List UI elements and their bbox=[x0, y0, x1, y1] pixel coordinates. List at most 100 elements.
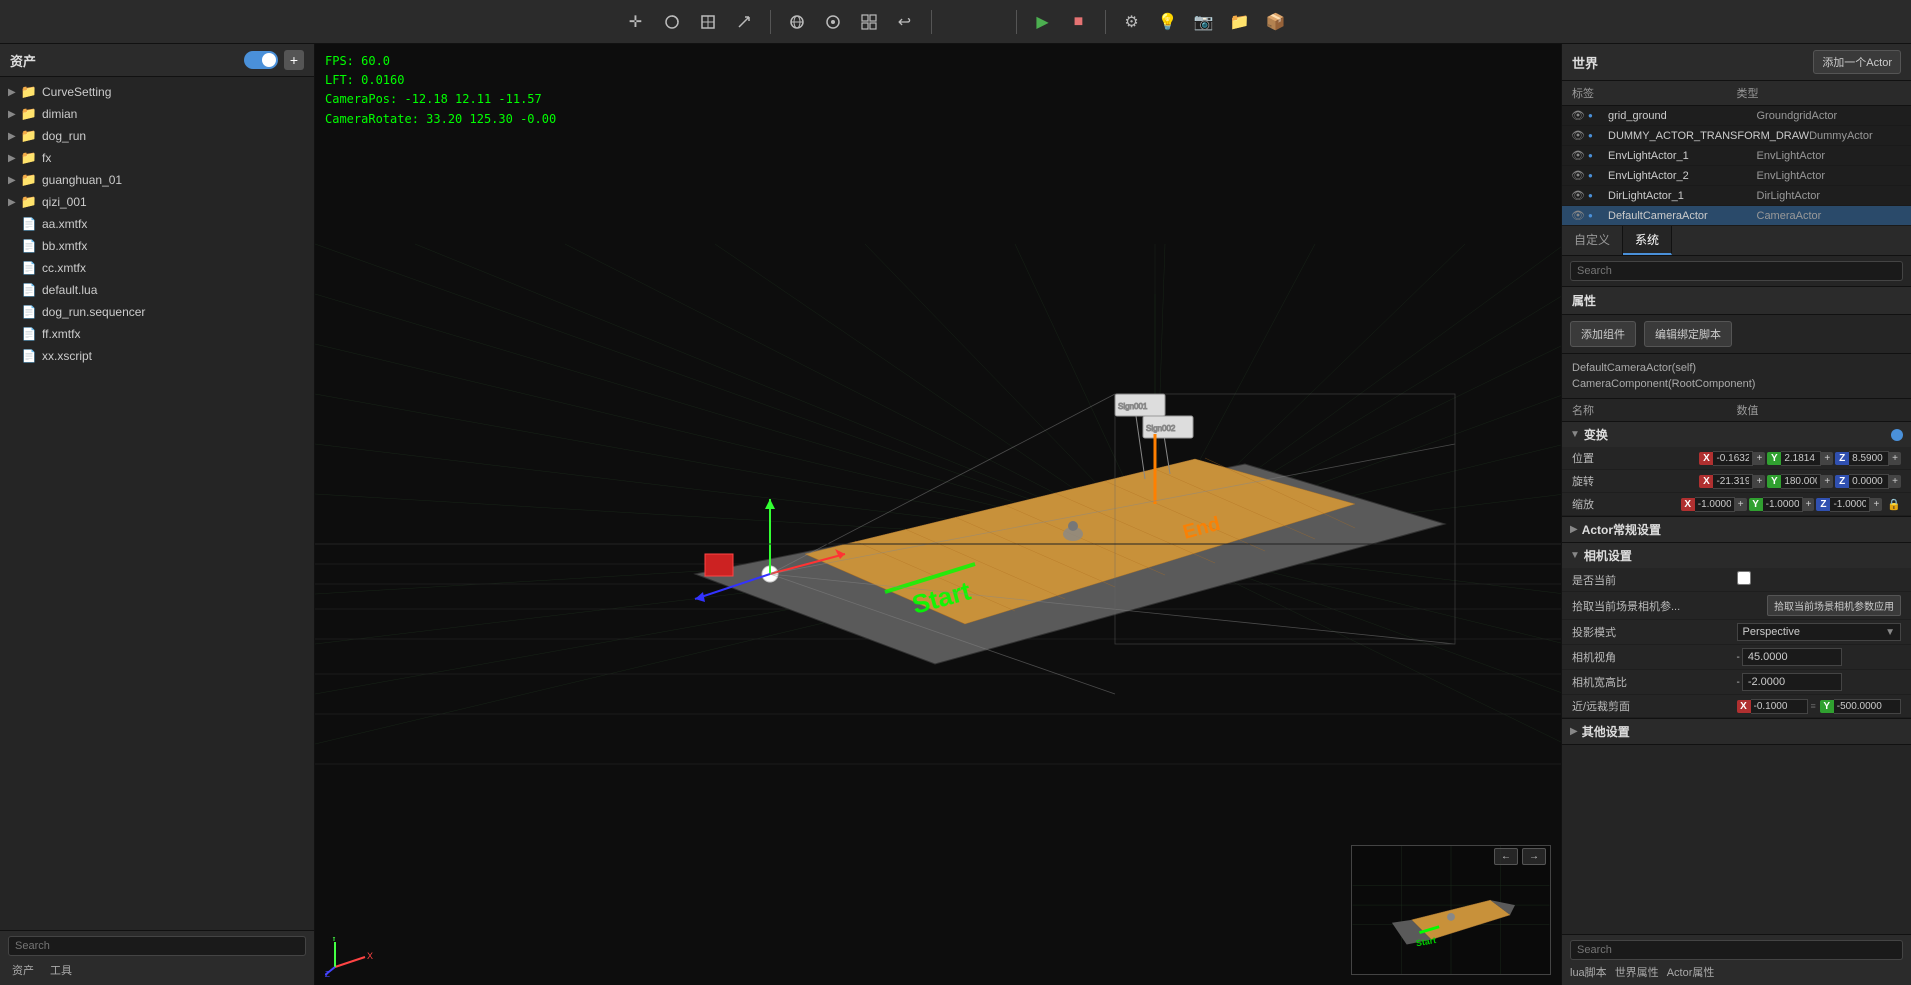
eye-icon[interactable]: 👁 bbox=[1568, 209, 1588, 222]
play-btn[interactable]: ▶ bbox=[1029, 8, 1057, 36]
actor-row-dummy[interactable]: 👁 ● DUMMY_ACTOR_TRANSFORM_DRAW DummyActo… bbox=[1562, 126, 1911, 146]
package-btn[interactable]: 📦 bbox=[1262, 8, 1290, 36]
component-item-1[interactable]: CameraComponent(RootComponent) bbox=[1572, 376, 1901, 392]
tree-item-qizi[interactable]: ▶ 📁 qizi_001 bbox=[0, 191, 314, 213]
position-z-input[interactable] bbox=[1849, 451, 1889, 466]
bottom-tab-actor[interactable]: Actor属性 bbox=[1667, 964, 1715, 980]
tree-item-curve[interactable]: ▶ 📁 CurveSetting bbox=[0, 81, 314, 103]
position-x-plus[interactable]: + bbox=[1753, 452, 1765, 465]
center-viewport[interactable]: Start End Sign001 Sign002 bbox=[315, 44, 1561, 985]
scale-x-input[interactable] bbox=[1695, 497, 1735, 512]
tree-item-dog-run-seq[interactable]: 📄 dog_run.sequencer bbox=[0, 301, 314, 323]
eye-icon[interactable]: 👁 bbox=[1568, 189, 1588, 202]
is-current-checkbox[interactable] bbox=[1737, 571, 1751, 585]
tree-item-dimian[interactable]: ▶ 📁 dimian bbox=[0, 103, 314, 125]
scale-y-plus[interactable]: + bbox=[1803, 498, 1815, 511]
settings-btn[interactable]: ⚙ bbox=[1118, 8, 1146, 36]
tree-arrow: ▶ bbox=[8, 153, 20, 164]
eye-icon[interactable]: 👁 bbox=[1568, 129, 1588, 142]
tree-item-fx[interactable]: ▶ 📁 fx bbox=[0, 147, 314, 169]
other-settings-header[interactable]: ▶ 其他设置 bbox=[1562, 719, 1911, 744]
camera-settings-label: 相机设置 bbox=[1584, 547, 1632, 564]
scale-z-input[interactable] bbox=[1830, 497, 1870, 512]
tree-item-guanghuan[interactable]: ▶ 📁 guanghuan_01 bbox=[0, 169, 314, 191]
position-z-plus[interactable]: + bbox=[1889, 452, 1901, 465]
actor-row-dirlight[interactable]: 👁 ● DirLightActor_1 DirLightActor bbox=[1562, 186, 1911, 206]
transform-group: ▼ 变换 位置 X + Y + bbox=[1562, 422, 1911, 517]
tree-item-cc[interactable]: 📄 cc.xmtfx bbox=[0, 257, 314, 279]
actor-name: DirLightActor_1 bbox=[1608, 190, 1757, 202]
clip-far-input[interactable] bbox=[1834, 699, 1901, 714]
component-item-0[interactable]: DefaultCameraActor(self) bbox=[1572, 360, 1901, 376]
rotation-z-plus[interactable]: + bbox=[1889, 475, 1901, 488]
tree-item-dog_run[interactable]: ▶ 📁 dog_run bbox=[0, 125, 314, 147]
tab-custom[interactable]: 自定义 bbox=[1562, 226, 1623, 255]
move-tool-btn[interactable]: ✛ bbox=[622, 8, 650, 36]
component-list: DefaultCameraActor(self) CameraComponent… bbox=[1562, 354, 1911, 399]
stop-btn[interactable]: ■ bbox=[1065, 8, 1093, 36]
add-actor-btn[interactable]: 添加一个Actor bbox=[1813, 50, 1901, 74]
rotation-x-plus[interactable]: + bbox=[1753, 475, 1765, 488]
scale-x-plus[interactable]: + bbox=[1735, 498, 1747, 511]
folder-btn[interactable]: 📁 bbox=[1226, 8, 1254, 36]
position-y-input[interactable] bbox=[1781, 451, 1821, 466]
camera-btn[interactable]: 📷 bbox=[1190, 8, 1218, 36]
mini-vp-prev-btn[interactable]: ← bbox=[1494, 848, 1518, 865]
projection-dropdown[interactable]: Perspective ▼ bbox=[1737, 623, 1902, 641]
bottom-tab-lua[interactable]: lua脚本 bbox=[1570, 964, 1607, 980]
position-y-plus[interactable]: + bbox=[1821, 452, 1833, 465]
rotation-z-input[interactable] bbox=[1849, 474, 1889, 489]
tree-item-xx[interactable]: 📄 xx.xscript bbox=[0, 345, 314, 367]
rotation-y-input[interactable] bbox=[1781, 474, 1821, 489]
bottom-tab-world[interactable]: 世界属性 bbox=[1615, 964, 1659, 980]
fetch-camera-btn[interactable]: 拾取当前场景相机参数应用 bbox=[1767, 595, 1901, 616]
grid-btn[interactable] bbox=[855, 8, 883, 36]
scale-tool-btn[interactable] bbox=[694, 8, 722, 36]
right-search-input[interactable] bbox=[1570, 261, 1903, 281]
undo-btn[interactable]: ↩ bbox=[891, 8, 919, 36]
light-btn[interactable]: 💡 bbox=[1154, 8, 1182, 36]
rotation-x-input[interactable] bbox=[1713, 474, 1753, 489]
aspect-input[interactable] bbox=[1742, 673, 1842, 691]
actor-name: DefaultCameraActor bbox=[1608, 210, 1757, 222]
actor-row-camera[interactable]: 👁 ● DefaultCameraActor CameraActor bbox=[1562, 206, 1911, 226]
assets-toggle[interactable] bbox=[244, 51, 278, 69]
tree-item-ff[interactable]: 📄 ff.xmtfx bbox=[0, 323, 314, 345]
actor-common-header[interactable]: ▶ Actor常规设置 bbox=[1562, 517, 1911, 542]
globe-btn[interactable] bbox=[783, 8, 811, 36]
x-label: X bbox=[1699, 452, 1713, 465]
right-panel-search bbox=[1562, 256, 1911, 287]
tree-item-aa[interactable]: 📄 aa.xmtfx bbox=[0, 213, 314, 235]
edit-script-btn[interactable]: 编辑绑定脚本 bbox=[1644, 321, 1732, 347]
position-x-input[interactable] bbox=[1713, 451, 1753, 466]
transform-btn[interactable] bbox=[730, 8, 758, 36]
left-tab-assets[interactable]: 资产 bbox=[8, 960, 38, 980]
actor-row-envlight2[interactable]: 👁 ● EnvLightActor_2 EnvLightActor bbox=[1562, 166, 1911, 186]
right-bottom-search[interactable] bbox=[1570, 940, 1903, 960]
eye-icon[interactable]: 👁 bbox=[1568, 169, 1588, 182]
eye-icon[interactable]: 👁 bbox=[1568, 109, 1588, 122]
mini-vp-next-btn[interactable]: → bbox=[1522, 848, 1546, 865]
actor-row-envlight1[interactable]: 👁 ● EnvLightActor_1 EnvLightActor bbox=[1562, 146, 1911, 166]
tree-item-default-lua[interactable]: 📄 default.lua bbox=[0, 279, 314, 301]
scale-y-input[interactable] bbox=[1763, 497, 1803, 512]
header-label: 标签 bbox=[1572, 85, 1737, 101]
collapse-icon: ▶ bbox=[1570, 726, 1578, 737]
tree-label: default.lua bbox=[42, 283, 97, 297]
actor-row-grid-ground[interactable]: 👁 ● grid_ground GroundgridActor bbox=[1562, 106, 1911, 126]
rotation-y-plus[interactable]: + bbox=[1821, 475, 1833, 488]
add-component-btn[interactable]: 添加组件 bbox=[1570, 321, 1636, 347]
left-search-input[interactable] bbox=[8, 936, 306, 956]
rotate-tool-btn[interactable] bbox=[658, 8, 686, 36]
eye-icon[interactable]: 👁 bbox=[1568, 149, 1588, 162]
fov-input[interactable] bbox=[1742, 648, 1842, 666]
scale-z-plus[interactable]: + bbox=[1870, 498, 1882, 511]
snap-btn[interactable] bbox=[819, 8, 847, 36]
clip-near-input[interactable] bbox=[1751, 699, 1809, 714]
transform-group-header[interactable]: ▼ 变换 bbox=[1562, 422, 1911, 447]
left-tab-tools[interactable]: 工具 bbox=[46, 960, 76, 980]
camera-settings-header[interactable]: ▼ 相机设置 bbox=[1562, 543, 1911, 568]
assets-add-btn[interactable]: + bbox=[284, 50, 304, 70]
tab-system[interactable]: 系统 bbox=[1623, 226, 1672, 255]
tree-item-bb[interactable]: 📄 bb.xmtfx bbox=[0, 235, 314, 257]
